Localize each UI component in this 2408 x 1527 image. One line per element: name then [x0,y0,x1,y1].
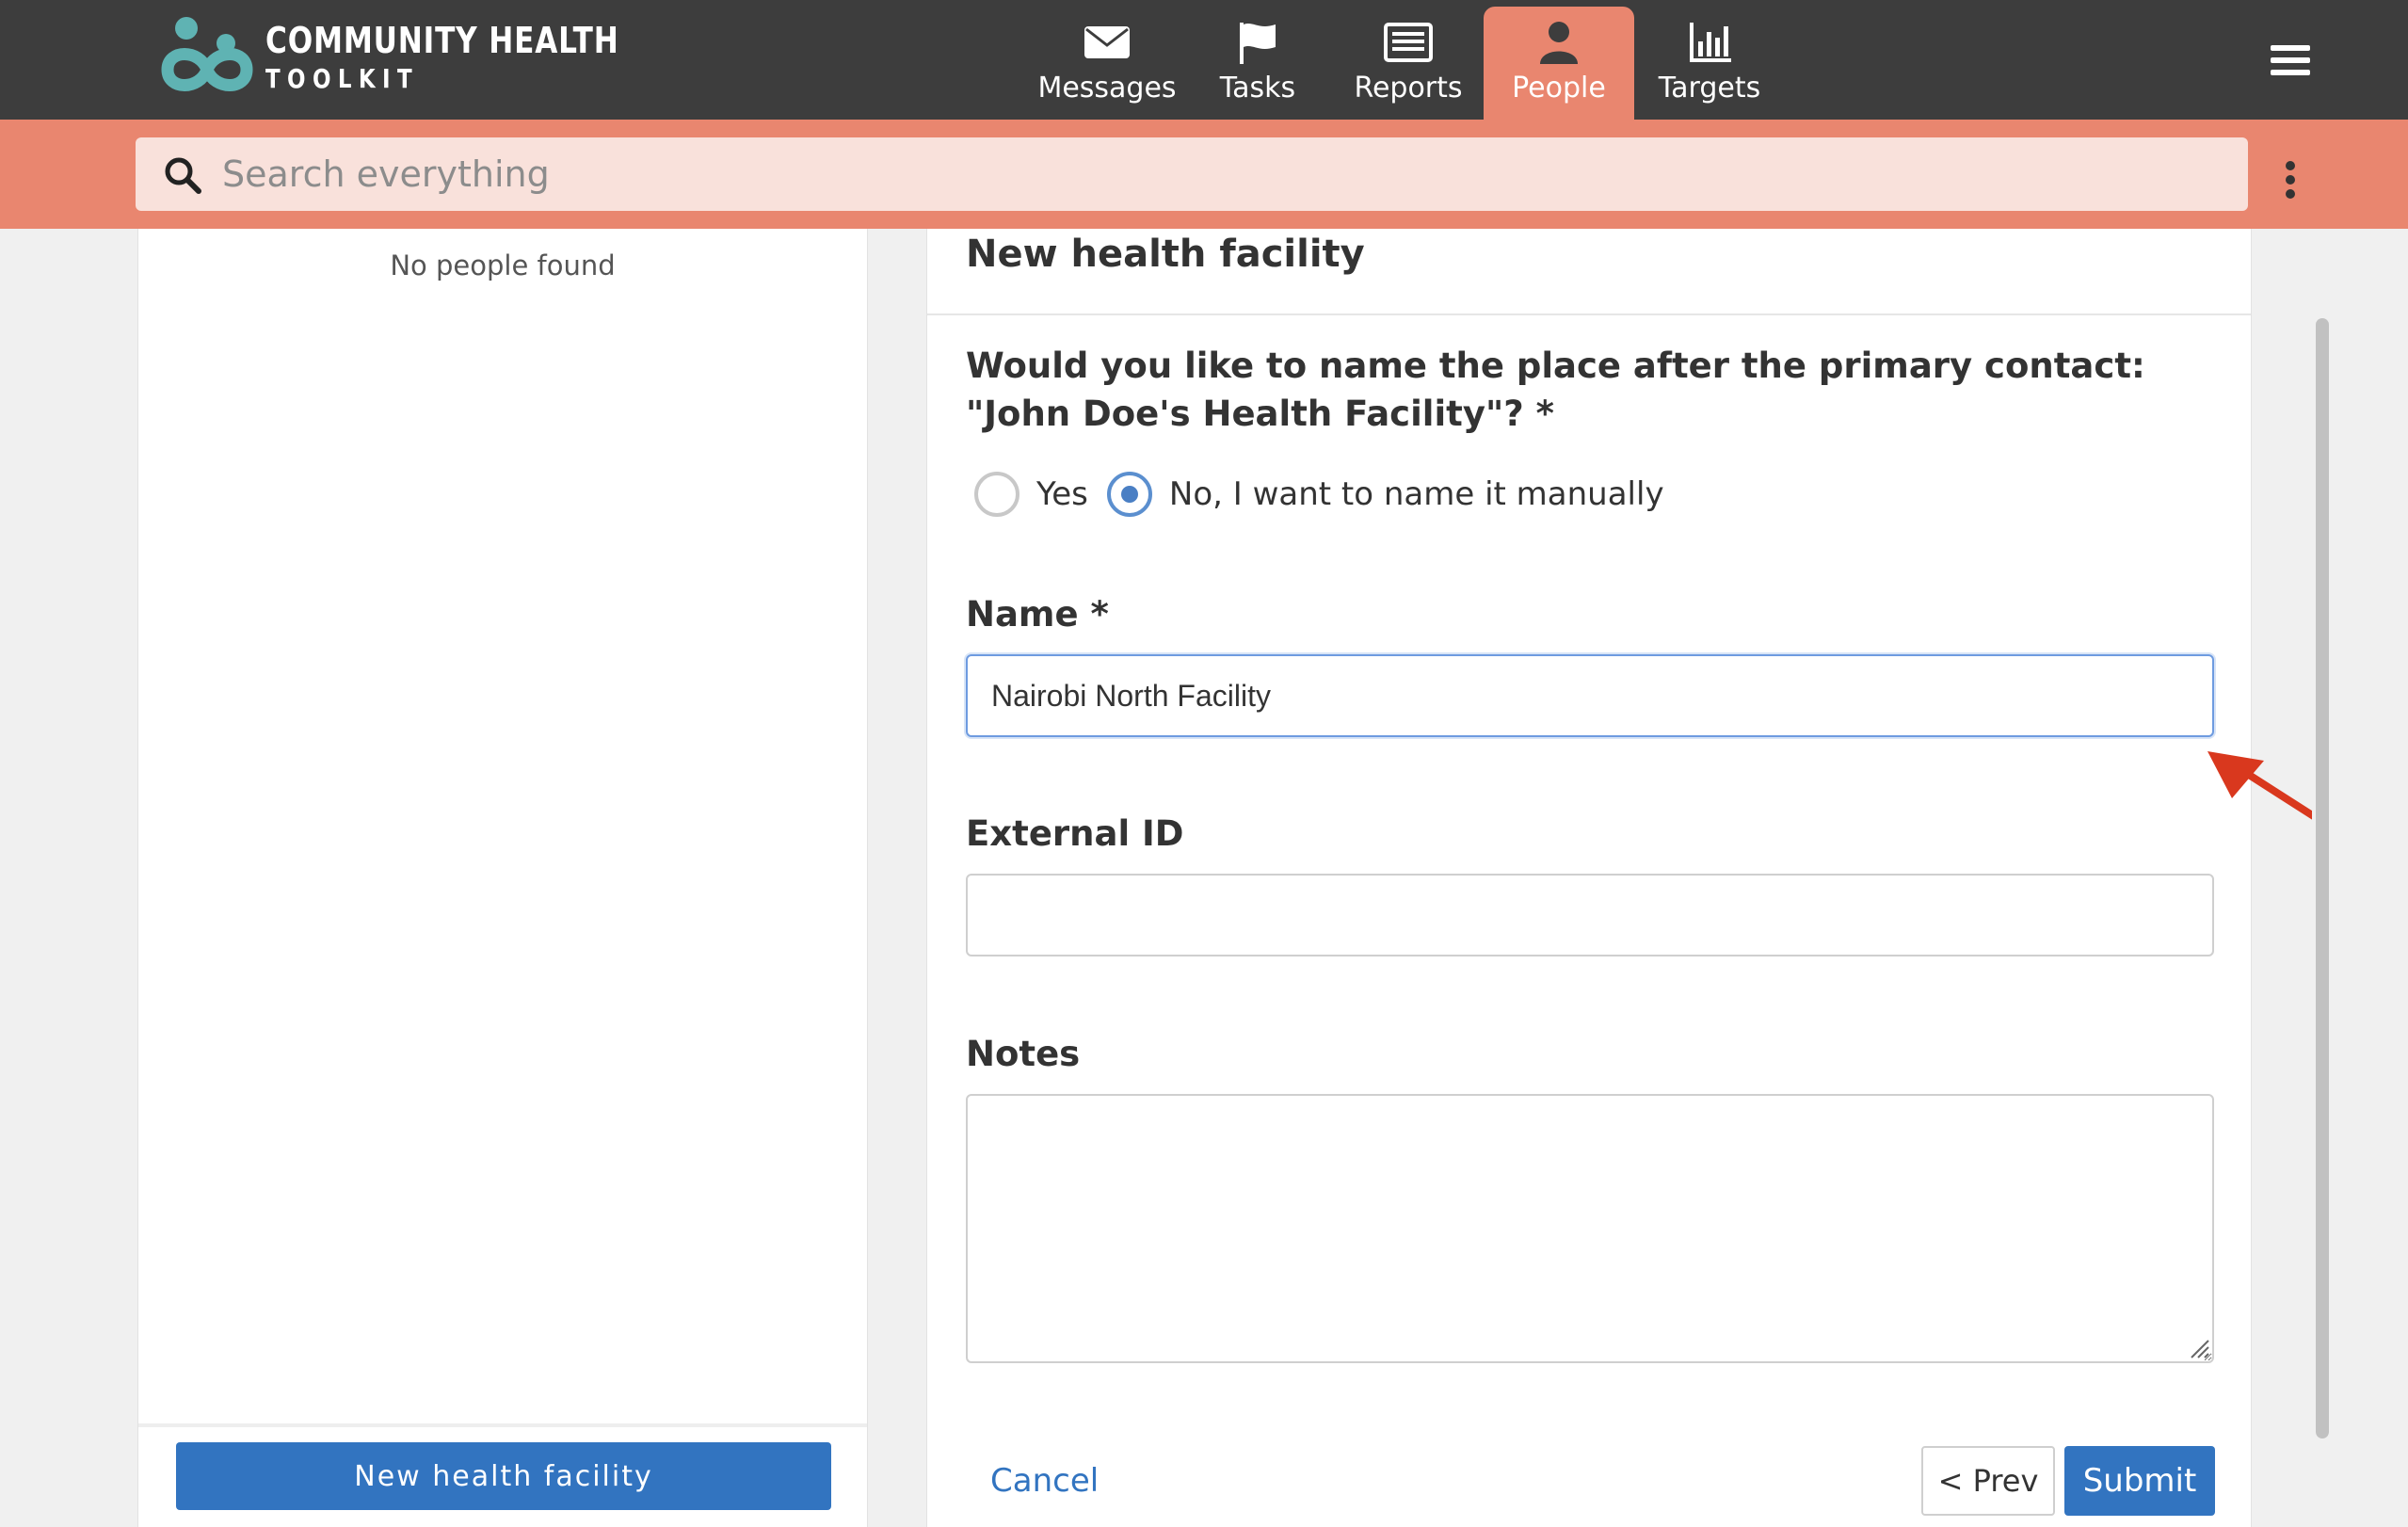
name-option-group: Yes No, I want to name it manually [974,472,1683,517]
search-bar [0,120,2408,229]
cancel-link[interactable]: Cancel [990,1462,1099,1500]
tab-reports-label: Reports [1354,72,1463,104]
search-icon [165,157,201,194]
prev-button[interactable]: < Prev [1921,1446,2055,1516]
new-health-facility-button[interactable]: New health facility [176,1442,831,1510]
name-after-contact-question: Would you like to name the place after t… [966,346,2145,434]
external-id-label: External ID [966,813,1184,854]
logo-title: COMMUNITY HEALTH [265,20,619,61]
more-options-icon[interactable] [2286,161,2299,199]
tab-reports[interactable]: Reports [1333,7,1484,120]
tab-tasks-label: Tasks [1219,72,1296,104]
logo[interactable]: COMMUNITY HEALTH TOOLKIT [160,15,697,100]
notes-label: Notes [966,1034,1081,1074]
left-panel-footer: New health facility [138,1423,867,1527]
facility-form-panel: New health facility Would you like to na… [926,229,2334,1527]
people-list-panel: No people found New health facility [137,229,868,1527]
name-field[interactable] [966,654,2214,737]
submit-button[interactable]: Submit [2064,1446,2215,1516]
scrollbar-thumb[interactable] [2316,318,2329,1439]
list-icon [1384,23,1433,62]
person-icon [1540,22,1578,64]
form-title: New health facility [966,233,1365,276]
tab-tasks[interactable]: Tasks [1182,7,1333,120]
tab-messages-label: Messages [1037,72,1177,104]
envelope-icon [1084,26,1130,58]
name-field-label: Name * [966,594,1109,635]
radio-yes[interactable] [974,472,1019,517]
search-input[interactable] [222,137,2218,211]
tab-people-label: People [1512,72,1606,104]
top-navigation-bar: COMMUNITY HEALTH TOOLKIT Messages Tasks [0,0,2408,120]
scrollbar[interactable] [2312,229,2335,1527]
radio-no-manual[interactable] [1106,472,1152,517]
radio-yes-label: Yes [1036,475,1088,513]
logo-subtitle: TOOLKIT [265,63,419,94]
tab-messages[interactable]: Messages [1032,7,1182,120]
tab-people[interactable]: People [1484,7,1634,120]
tab-targets[interactable]: Targets [1634,7,1785,120]
external-id-field[interactable] [966,874,2214,956]
main-nav: Messages Tasks Reports People Targets [1032,7,1785,120]
bar-chart-icon [1690,23,1731,62]
logo-icon [161,17,253,91]
search-box[interactable] [136,137,2248,211]
empty-list-message: No people found [390,249,616,281]
tab-targets-label: Targets [1658,72,1761,104]
divider [927,313,2251,315]
radio-no-manual-label: No, I want to name it manually [1168,475,1664,513]
resize-handle-icon[interactable] [2188,1337,2210,1359]
flag-icon [1240,23,1276,64]
notes-field[interactable] [966,1094,2214,1363]
hamburger-menu-icon[interactable] [2271,45,2310,79]
